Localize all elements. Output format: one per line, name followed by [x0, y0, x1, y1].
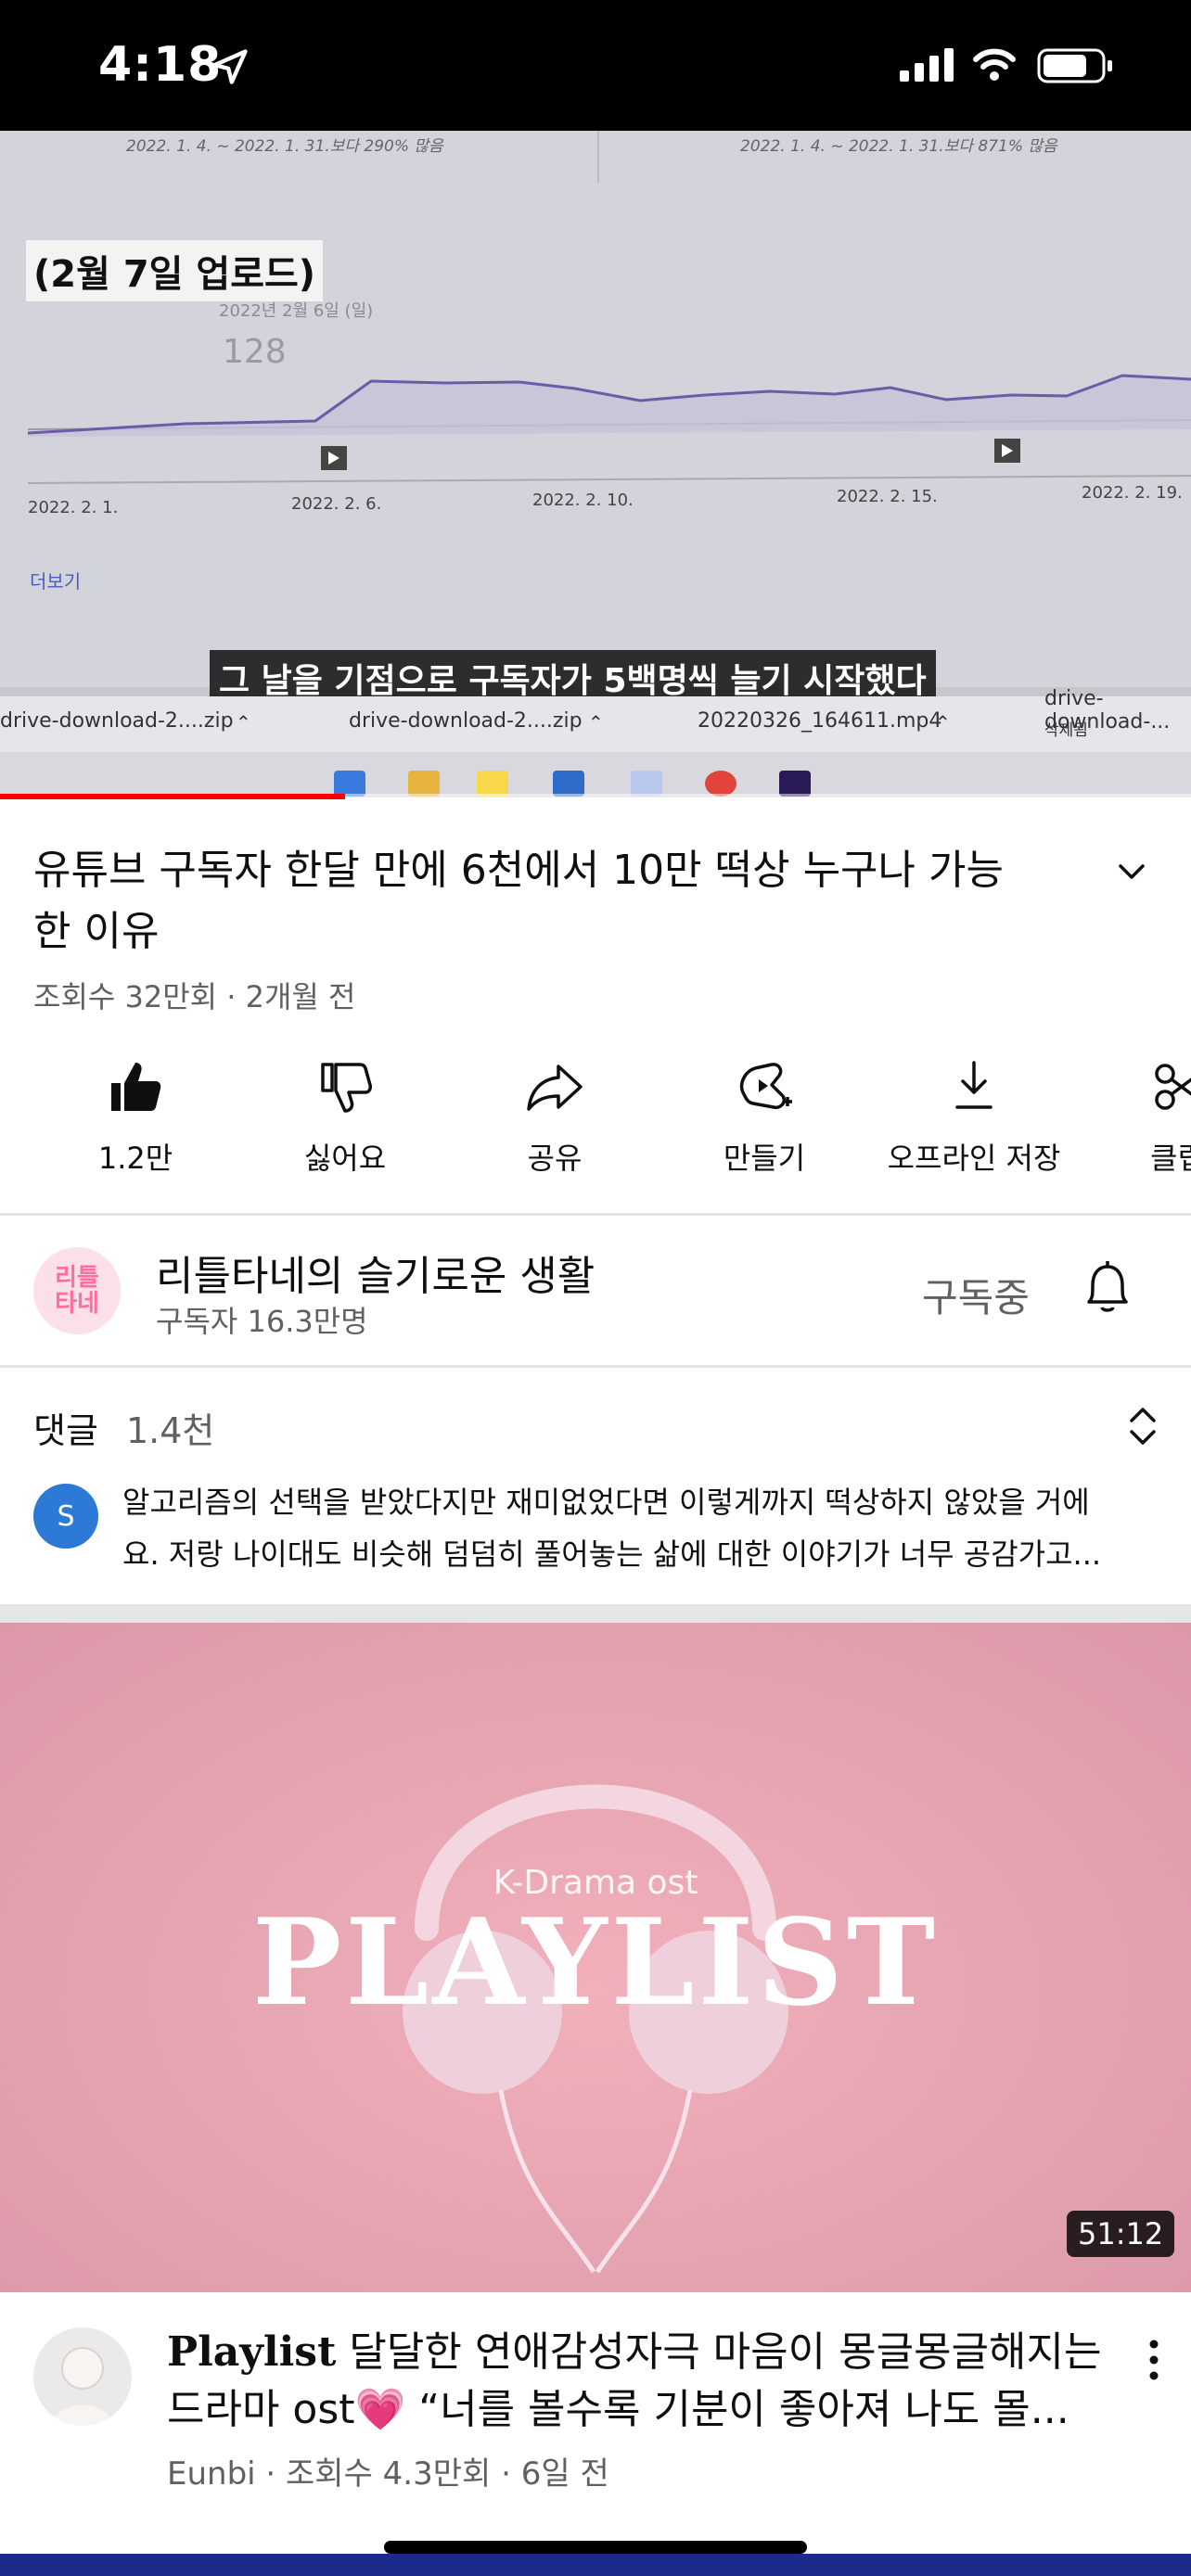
channel-avatar[interactable]: 리틀 타네: [33, 1247, 121, 1334]
video-player[interactable]: 2022. 1. 4. ~ 2022. 1. 31.보다 290% 많음 202…: [0, 131, 1191, 797]
video-title[interactable]: 유튜브 구독자 한달 만에 6천에서 10만 떡상 누구나 가능한 이유: [33, 840, 1017, 963]
app-icon: [334, 771, 365, 797]
recommended-meta: Eunbi · 조회수 4.3만회 · 6일 전: [167, 2455, 609, 2493]
download-label: 오프라인 저장: [887, 1141, 1061, 1176]
title-highlight: Playlist: [167, 2328, 337, 2376]
chart-x-tick: 2022. 2. 1.: [28, 498, 119, 517]
avatar-text: 리틀: [55, 1264, 99, 1292]
app-icon: [631, 771, 662, 797]
uploader-avatar[interactable]: [33, 2327, 132, 2426]
battery-icon: [1037, 48, 1112, 83]
section-separator: [0, 1604, 1191, 1623]
dislike-button[interactable]: 싫어요: [243, 1057, 447, 1178]
remix-button[interactable]: 만들기: [662, 1057, 866, 1178]
bell-icon[interactable]: [1080, 1257, 1135, 1317]
download-item: drive-download-2....zip: [0, 709, 234, 733]
wifi-icon: [973, 48, 1016, 81]
action-row: 1.2만 싫어요 공유 만들기 오프라인 저장 클립: [0, 1057, 1191, 1187]
uploader-photo: [52, 2347, 113, 2426]
status-bar: 4:18: [0, 0, 1191, 131]
commenter-avatar: S: [33, 1484, 98, 1549]
chevron-up-icon: ⌃: [236, 711, 251, 733]
like-icon: [111, 1063, 161, 1111]
chart-compare-note: 2022. 1. 4. ~ 2022. 1. 31.보다 871% 많음: [740, 137, 1057, 156]
recommended-thumbnail[interactable]: K-Drama ost PLAYLIST 51:12: [0, 1623, 1191, 2292]
status-time: 4:18: [98, 37, 223, 93]
clip-label: 클립: [1150, 1141, 1191, 1176]
chevron-up-icon: ⌃: [935, 711, 951, 733]
divider: [0, 1213, 1191, 1216]
video-progress-fill: [0, 794, 346, 799]
comment-line: 알고리즘의 선택을 받았다지만 재미없었다면 이렇게까지 떡상하지 않았을 거에: [122, 1485, 1090, 1520]
share-icon: [527, 1065, 583, 1111]
chrome-icon: [705, 771, 736, 797]
download-item: 20220326_164611.mp4: [698, 709, 942, 733]
comments-count: 1.4천: [126, 1410, 215, 1451]
download-button[interactable]: 오프라인 저장: [872, 1057, 1076, 1178]
chart-x-tick: 2022. 2. 15.: [837, 487, 938, 506]
kakaotalk-icon: [477, 771, 508, 797]
download-icon: [955, 1061, 992, 1109]
dislike-icon: [321, 1063, 372, 1113]
clip-icon: [1155, 1064, 1191, 1110]
channel-name[interactable]: 리틀타네의 슬기로운 생활: [156, 1243, 595, 1302]
download-item: drive-download-2....zip: [349, 709, 583, 733]
chart-x-tick: 2022. 2. 6.: [291, 494, 382, 514]
video-meta: 조회수 32만회 · 2개월 전: [33, 979, 356, 1014]
like-count: 1.2만: [97, 1141, 173, 1176]
next-thumbnail-peek: [0, 2554, 1191, 2576]
video-duration-badge: 51:12: [1067, 2211, 1175, 2257]
chart-tooltip-value: 128: [223, 333, 287, 371]
chart-x-tick: 2022. 2. 10.: [532, 491, 634, 510]
title-text: 달달한 연애감성자극 마음이 몽글몽글해지는: [336, 2328, 1102, 2376]
expand-toggle-icon[interactable]: [1124, 1402, 1161, 1450]
clip-button[interactable]: 클립: [1082, 1057, 1191, 1178]
dislike-label: 싫어요: [303, 1141, 387, 1176]
chevron-up-icon: ⌃: [588, 711, 604, 733]
download-status: 삭제됨: [1044, 721, 1088, 740]
chart-compare-note: 2022. 1. 4. ~ 2022. 1. 31.보다 290% 많음: [126, 137, 443, 156]
location-arrow-icon: [212, 49, 248, 84]
comments-title: 댓글: [33, 1410, 98, 1451]
cellular-signal-icon: [900, 48, 954, 82]
like-button[interactable]: 1.2만: [33, 1057, 237, 1178]
more-options-icon[interactable]: [1146, 2337, 1161, 2383]
os-taskbar: [0, 752, 1191, 797]
thumbnail-title: PLAYLIST: [251, 1894, 940, 2033]
chevron-down-icon[interactable]: [1109, 849, 1154, 894]
share-button[interactable]: 공유: [453, 1057, 657, 1178]
chart-x-tick: 2022. 2. 19.: [1082, 483, 1183, 503]
avatar-text: 타네: [55, 1290, 99, 1318]
mail-icon: [553, 771, 584, 797]
premiere-icon: [779, 771, 811, 797]
home-indicator[interactable]: [384, 2541, 807, 2554]
remix-label: 만들기: [723, 1141, 806, 1176]
share-label: 공유: [527, 1141, 583, 1176]
upload-date-tag: (2월 7일 업로드): [26, 240, 324, 301]
more-link: 더보기: [30, 570, 82, 593]
first-comment: 알고리즘의 선택을 받았다지만 재미없었다면 이렇게까지 떡상하지 않았을 거에…: [122, 1476, 1161, 1580]
subscribed-button[interactable]: 구독중: [922, 1267, 1030, 1323]
divider: [0, 1365, 1191, 1368]
remix-icon: [739, 1063, 792, 1110]
channel-subscribers: 구독자 16.3만명: [156, 1304, 368, 1339]
comment-line: 요. 저랑 나이대도 비슷해 덤덤히 풀어놓는 삶에 대한 이야기가 너무 공감…: [122, 1537, 1102, 1572]
chart-tooltip-date: 2022년 2월 6일 (일): [219, 301, 374, 321]
title-text-line2: 드라마 ost💗 “너를 볼수록 기분이 좋아져 나도 몰...: [167, 2386, 1069, 2433]
recommended-title[interactable]: Playlist 달달한 연애감성자극 마음이 몽글몽글해지는 드라마 ost💗…: [167, 2324, 1104, 2439]
folder-icon: [408, 771, 440, 797]
